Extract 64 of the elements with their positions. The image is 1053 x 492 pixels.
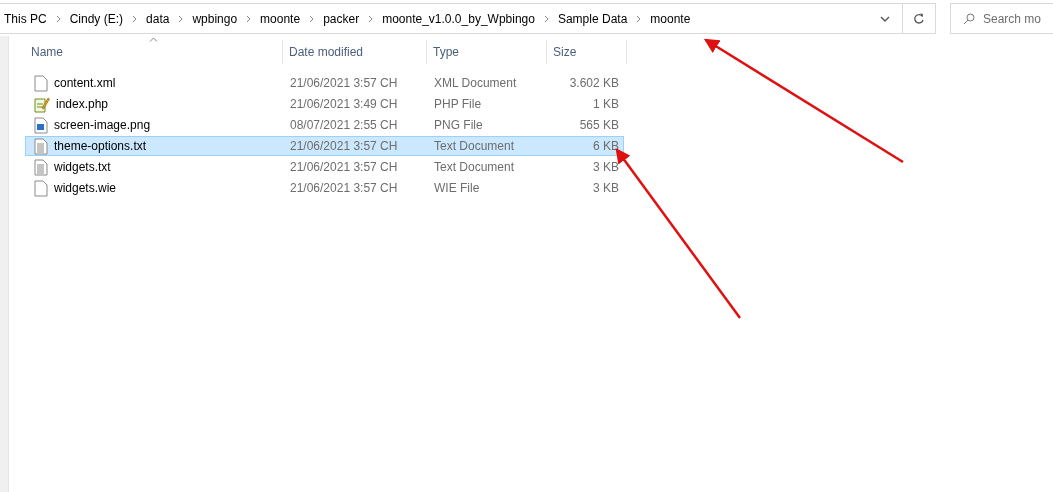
chevron-icon xyxy=(177,14,185,23)
size-cell-text: 3 KB xyxy=(592,181,620,195)
file-icon xyxy=(34,74,48,92)
size-cell-text: 3.602 KB xyxy=(568,76,620,90)
text-file-icon xyxy=(34,137,48,155)
column-header[interactable]: Name xyxy=(25,40,283,64)
refresh-button[interactable] xyxy=(903,3,936,34)
sort-up-icon xyxy=(149,37,158,42)
date-cell-text: 08/07/2021 2:55 CH xyxy=(289,118,399,132)
type-cell-text: Text Document xyxy=(433,139,516,153)
chevron-icon xyxy=(542,14,550,23)
file-row[interactable]: widgets.wie 21/06/2021 3:57 CH WIE File 3 KB xyxy=(25,178,624,198)
date-cell-text: 21/06/2021 3:57 CH xyxy=(289,139,399,153)
chevron-icon xyxy=(308,14,316,23)
search-field[interactable]: Search mo xyxy=(950,3,1053,34)
breadcrumb[interactable]: moonte xyxy=(256,11,305,26)
breadcrumb[interactable]: Cindy (E:) xyxy=(65,11,128,26)
chevron-icon xyxy=(54,14,62,23)
file-row[interactable]: theme-options.txt 21/06/2021 3:57 CH Text Document 6 KB xyxy=(25,136,624,156)
file-row[interactable]: content.xml 21/06/2021 3:57 CH XML Document 3.602 KB xyxy=(25,73,624,93)
chevron-icon xyxy=(245,14,253,23)
size-cell-text: 1 KB xyxy=(592,97,620,111)
script-file-icon xyxy=(34,95,50,113)
file-name: widgets.wie xyxy=(54,181,117,195)
file-name: theme-options.txt xyxy=(54,139,147,153)
breadcrumb[interactable]: This PC xyxy=(0,11,51,26)
column-header[interactable]: Size xyxy=(547,40,627,64)
type-cell-text: PHP File xyxy=(433,97,483,111)
column-header[interactable]: Date modified xyxy=(283,40,427,64)
breadcrumb[interactable]: wpbingo xyxy=(188,11,242,26)
date-cell-text: 21/06/2021 3:57 CH xyxy=(289,76,399,90)
file-name: widgets.txt xyxy=(54,160,111,174)
file-name: screen-image.png xyxy=(54,118,151,132)
file-name: index.php xyxy=(56,97,109,111)
size-cell-text: 3 KB xyxy=(592,160,620,174)
type-cell-text: WIE File xyxy=(433,181,481,195)
file-name: content.xml xyxy=(54,76,116,90)
address-bar[interactable]: This PC Cindy (E:) data wpbingo moonte packer moonte_v1.0.0_by_Wpbingo Sample Data moonte xyxy=(0,3,903,34)
column-header[interactable]: Type xyxy=(427,40,547,64)
breadcrumb[interactable]: data xyxy=(142,11,174,26)
size-cell-text: 565 KB xyxy=(578,118,620,132)
type-cell-text: XML Document xyxy=(433,76,518,90)
file-row[interactable]: widgets.txt 21/06/2021 3:57 CH Text Document 3 KB xyxy=(25,157,624,177)
file-icon xyxy=(34,179,48,197)
type-cell-text: PNG File xyxy=(433,118,484,132)
breadcrumb[interactable]: Sample Data xyxy=(553,11,632,26)
breadcrumb[interactable]: packer xyxy=(319,11,364,26)
date-cell-text: 21/06/2021 3:57 CH xyxy=(289,181,399,195)
date-cell-text: 21/06/2021 3:57 CH xyxy=(289,160,399,174)
text-file-icon xyxy=(34,158,48,176)
refresh-icon xyxy=(913,12,925,25)
size-cell-text: 6 KB xyxy=(592,139,620,153)
file-row[interactable]: index.php 21/06/2021 3:49 CH PHP File 1 KB xyxy=(25,94,624,114)
breadcrumb[interactable]: moonte xyxy=(646,11,695,26)
dropdown-icon[interactable] xyxy=(880,15,890,22)
type-cell-text: Text Document xyxy=(433,160,516,174)
search-icon xyxy=(963,12,975,25)
chevron-icon xyxy=(635,14,643,23)
image-file-icon xyxy=(34,116,48,134)
date-cell-text: 21/06/2021 3:49 CH xyxy=(289,97,399,111)
chevron-icon xyxy=(367,14,375,23)
chevron-icon xyxy=(131,14,139,23)
breadcrumb[interactable]: moonte_v1.0.0_by_Wpbingo xyxy=(378,11,539,26)
file-row[interactable]: screen-image.png 08/07/2021 2:55 CH PNG File 565 KB xyxy=(25,115,624,135)
